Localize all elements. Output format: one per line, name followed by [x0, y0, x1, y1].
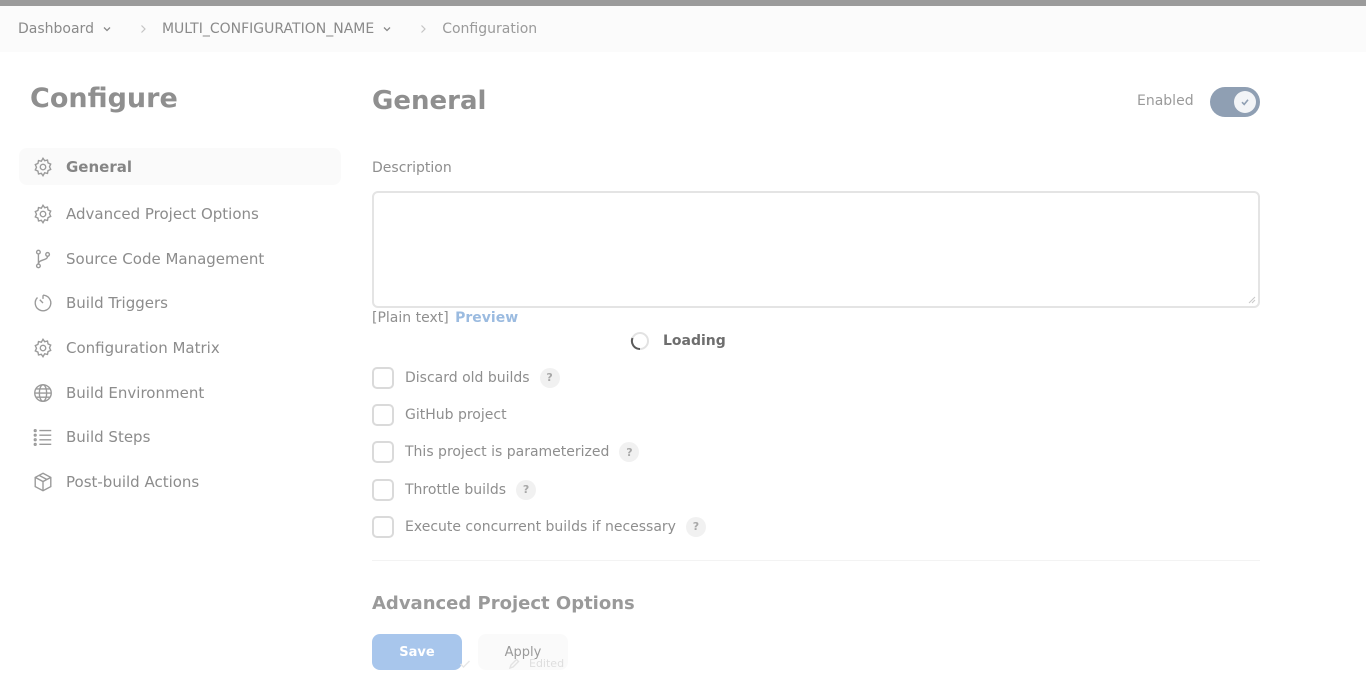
syntax-info: [Plain text] Preview [372, 310, 518, 326]
option-label: Discard old builds [405, 369, 530, 386]
general-options: Discard old builds ? GitHub project This… [372, 359, 706, 545]
sidebar-item-label: Source Code Management [66, 249, 265, 268]
sidebar-item-label: Build Steps [66, 428, 151, 447]
edited-label: Edited [529, 657, 565, 670]
save-button[interactable]: Save [372, 634, 462, 670]
gear-icon [31, 202, 55, 226]
option-label: GitHub project [405, 406, 507, 423]
option-label: Throttle builds [405, 481, 507, 498]
section-title-general: General [372, 86, 487, 116]
option-github-project[interactable]: GitHub project [372, 396, 706, 433]
section-divider [372, 560, 1260, 561]
preview-link[interactable]: Preview [455, 310, 518, 326]
list-icon [31, 425, 55, 449]
sidebar-item-label: General [66, 157, 132, 176]
sidebar-item-label: Post-build Actions [66, 472, 200, 491]
checkbox[interactable] [372, 403, 394, 426]
breadcrumb: Dashboard MULTI_CONFIGURATION_NAME Confi… [0, 6, 1366, 52]
breadcrumb-configuration-label: Configuration [442, 21, 538, 37]
option-label: Execute concurrent builds if necessary [405, 518, 676, 535]
syntax-label: [Plain text] [372, 310, 449, 326]
description-label: Description [372, 160, 452, 176]
breadcrumb-job-label[interactable]: MULTI_CONFIGURATION_NAME [162, 21, 374, 37]
spinner-icon [630, 332, 649, 351]
help-icon[interactable]: ? [685, 516, 706, 537]
pencil-icon [508, 658, 520, 669]
breadcrumb-job[interactable]: MULTI_CONFIGURATION_NAME [162, 21, 392, 37]
checkbox[interactable] [372, 441, 394, 464]
loading-indicator: Loading [630, 331, 726, 351]
globe-icon [31, 381, 55, 405]
breadcrumb-dashboard-label[interactable]: Dashboard [18, 21, 94, 37]
package-icon [31, 470, 55, 494]
breadcrumb-configuration: Configuration [442, 21, 537, 37]
gear-icon [31, 336, 55, 360]
help-icon[interactable]: ? [619, 442, 640, 463]
option-concurrent-builds[interactable]: Execute concurrent builds if necessary ? [372, 508, 706, 545]
enabled-label: Enabled [1137, 93, 1194, 109]
sidebar-item-label: Advanced Project Options [66, 205, 259, 224]
edited-status: Edited [508, 657, 564, 670]
gear-icon [31, 155, 55, 179]
sidebar-item-label: Build Triggers [66, 294, 168, 313]
option-label: This project is parameterized [405, 444, 610, 461]
sidebar-item-build-steps[interactable]: Build Steps [19, 415, 341, 460]
sidebar-item-advanced-project-options[interactable]: Advanced Project Options [19, 192, 341, 237]
sidebar-title: Configure [30, 83, 178, 114]
chevron-right-icon [141, 25, 146, 33]
check-icon [460, 660, 470, 668]
checkbox[interactable] [372, 366, 394, 389]
checkbox[interactable] [372, 478, 394, 501]
git-branch-icon [31, 247, 55, 271]
chevron-down-icon[interactable] [382, 24, 392, 34]
sidebar-item-general[interactable]: General [19, 148, 341, 185]
sidebar-item-build-triggers[interactable]: Build Triggers [19, 281, 341, 326]
sidebar-item-configuration-matrix[interactable]: Configuration Matrix [19, 326, 341, 371]
sidebar-nav: General Advanced Project Options Source … [19, 148, 341, 504]
sidebar-item-build-environment[interactable]: Build Environment [19, 370, 341, 415]
option-throttle-builds[interactable]: Throttle builds ? [372, 471, 706, 508]
check-icon [1241, 99, 1249, 106]
loading-label: Loading [663, 333, 726, 349]
help-icon[interactable]: ? [516, 479, 537, 500]
chevron-down-icon[interactable] [102, 24, 112, 34]
chevron-right-icon [421, 25, 427, 33]
option-discard-old-builds[interactable]: Discard old builds ? [372, 359, 706, 396]
section-title-advanced-project-options: Advanced Project Options [372, 593, 635, 614]
description-textarea[interactable] [372, 191, 1260, 308]
breadcrumb-dashboard[interactable]: Dashboard [18, 21, 112, 37]
sidebar-item-label: Build Environment [66, 383, 205, 402]
sidebar-item-post-build-actions[interactable]: Post-build Actions [19, 460, 341, 505]
help-icon[interactable]: ? [539, 367, 560, 388]
option-parameterized[interactable]: This project is parameterized ? [372, 434, 706, 471]
toggle-knob [1234, 91, 1256, 113]
resize-grip-icon[interactable] [1248, 296, 1256, 304]
sidebar-item-source-code-management[interactable]: Source Code Management [19, 237, 341, 282]
timer-icon [31, 291, 55, 315]
sidebar-item-label: Configuration Matrix [66, 339, 220, 358]
checkbox[interactable] [372, 515, 394, 538]
enabled-toggle[interactable] [1210, 87, 1260, 117]
